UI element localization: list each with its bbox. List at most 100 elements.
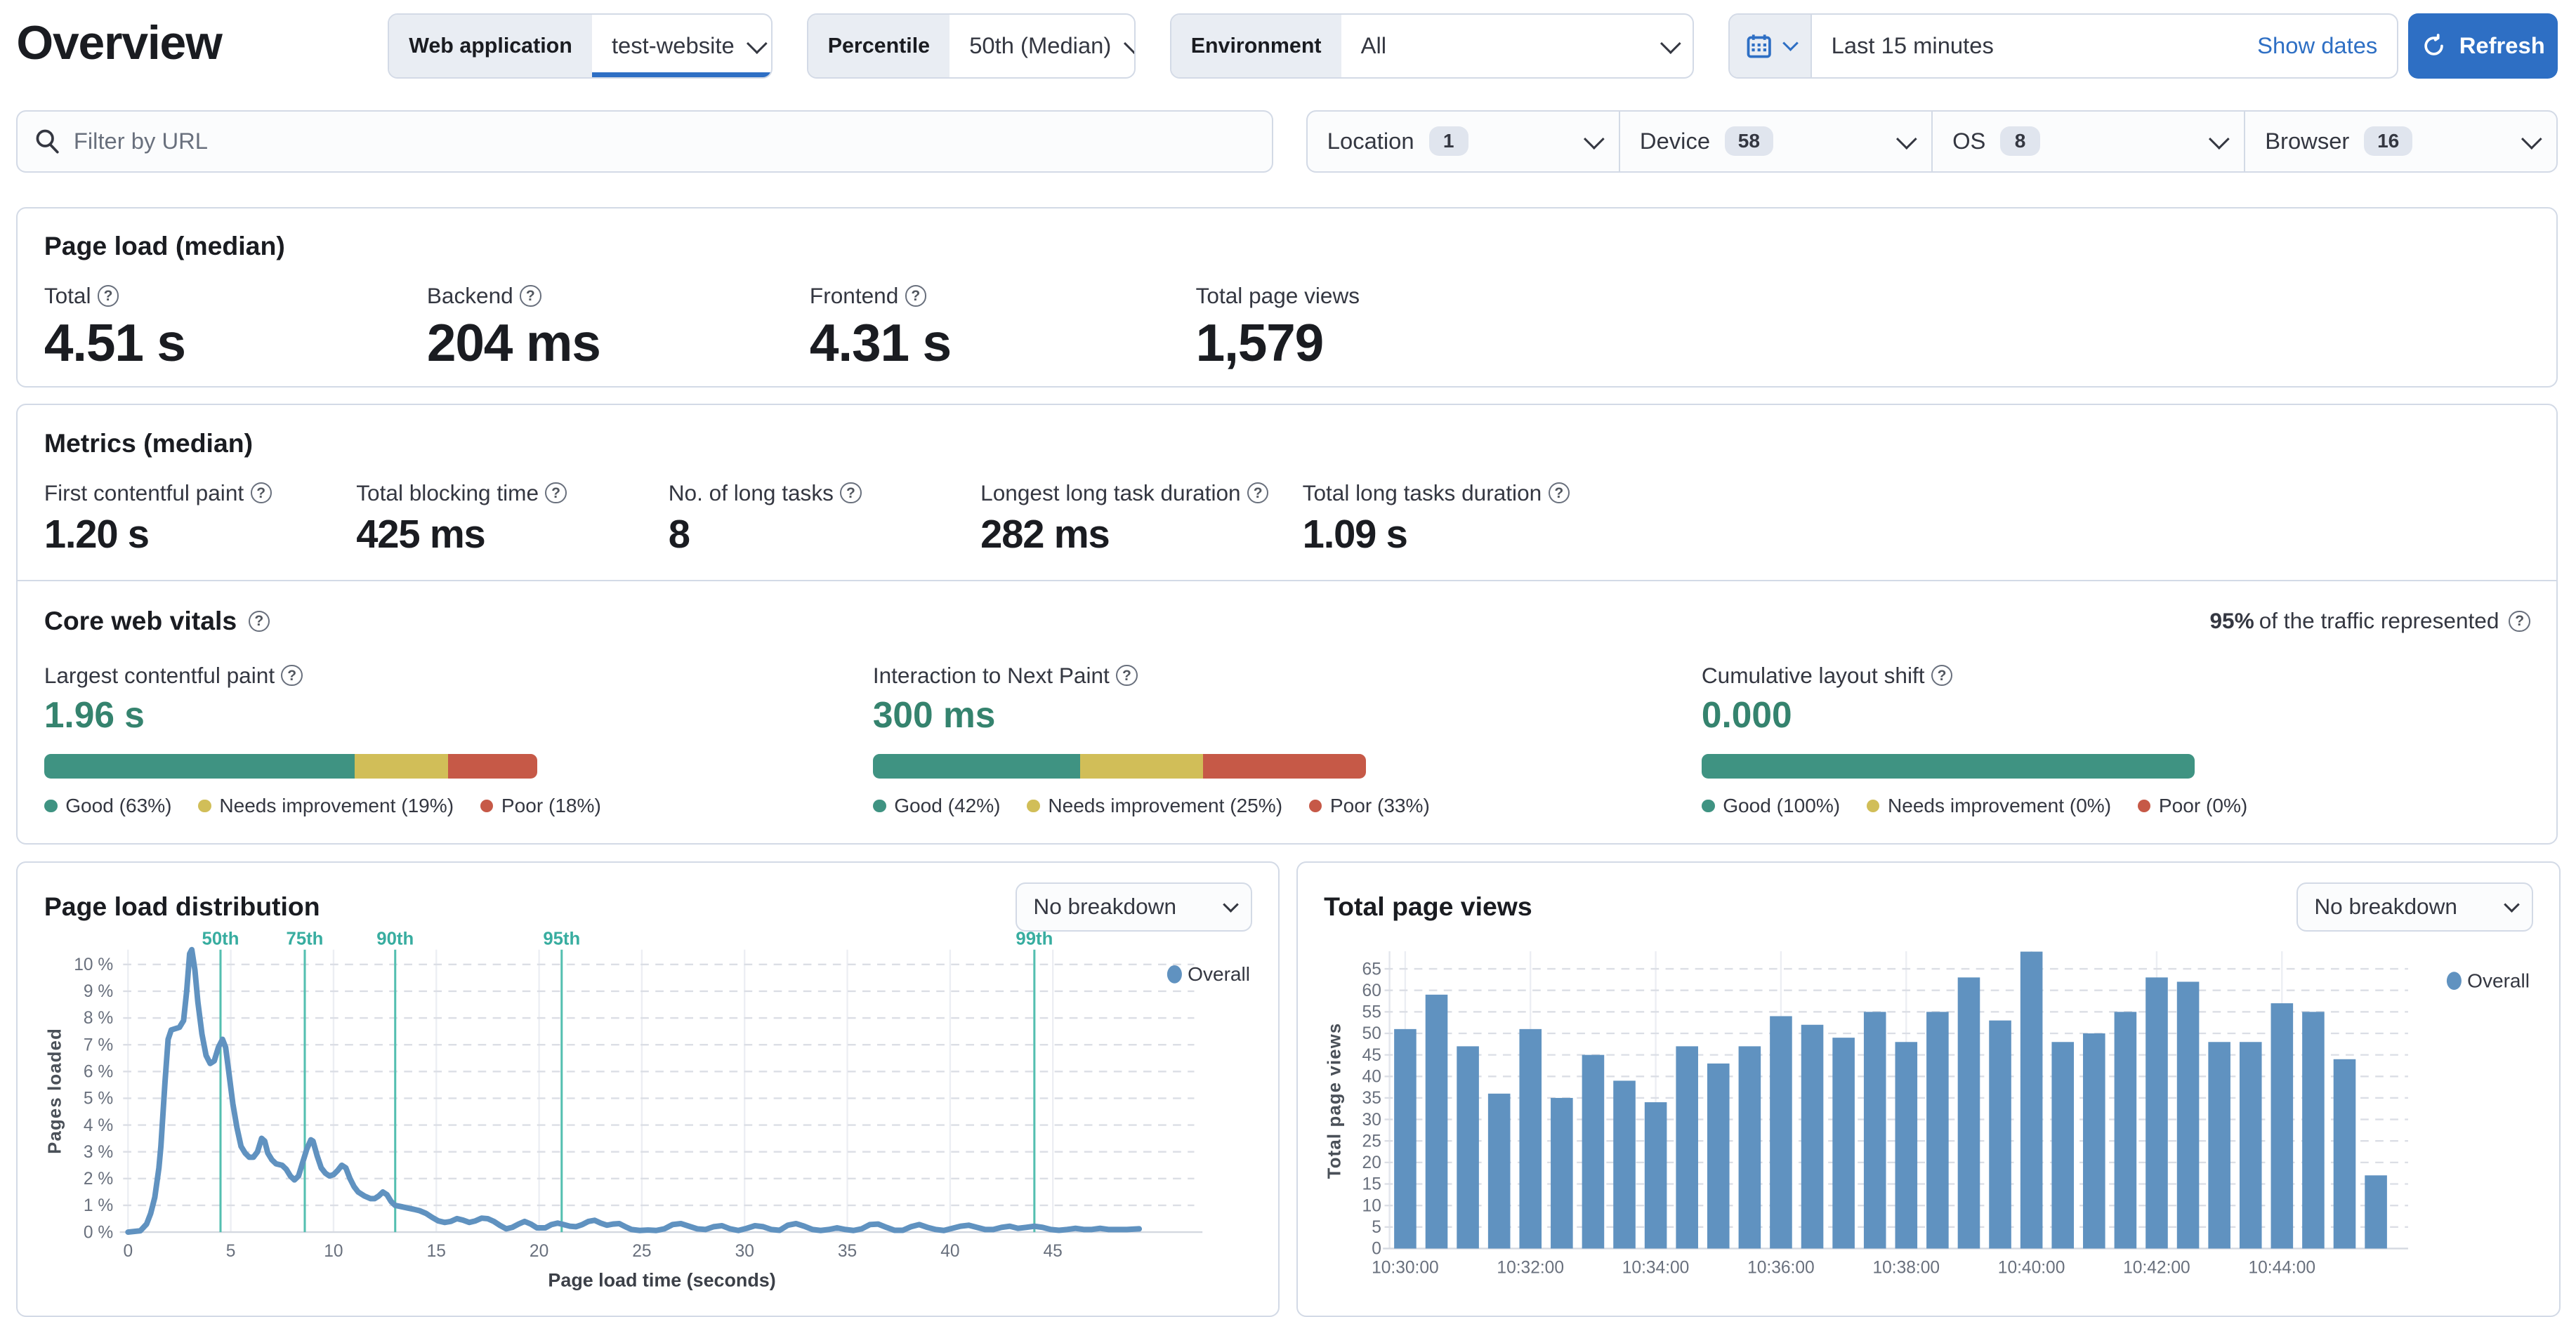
percentile-label: Percentile — [808, 14, 950, 78]
stat-long-tasks: No. of long tasks 8 — [669, 480, 980, 556]
poor-legend-dot — [1308, 799, 1322, 813]
device-filter[interactable]: Device 58 — [1618, 111, 1931, 171]
page-load-distribution-card: Page load distribution No breakdown 0 5 10… — [16, 861, 1280, 1317]
svg-text:8 %: 8 % — [84, 1009, 113, 1028]
svg-text:Total page views: Total page views — [1325, 1023, 1345, 1179]
device-count-badge: 58 — [1725, 126, 1773, 156]
svg-text:10: 10 — [324, 1242, 343, 1261]
url-filter-input[interactable] — [73, 128, 1256, 155]
svg-text:50th: 50th — [202, 932, 239, 949]
stat-fcp: First contentful paint 1.20 s — [44, 480, 356, 556]
stat-total: Total 4.51 s — [44, 283, 427, 371]
svg-text:7 %: 7 % — [84, 1035, 113, 1054]
total-page-views-card: Total page views No breakdown 0 5 10 15 20 25… — [1296, 861, 2561, 1317]
help-icon[interactable] — [2509, 610, 2530, 633]
help-icon[interactable] — [545, 482, 567, 504]
help-icon[interactable] — [905, 285, 927, 307]
svg-text:15: 15 — [1362, 1175, 1381, 1194]
help-icon[interactable] — [840, 482, 862, 504]
good-legend-dot — [872, 799, 886, 813]
svg-text:45: 45 — [1043, 1242, 1062, 1261]
vital-cls: Cumulative layout shift 0.000 Good (100%… — [1701, 663, 2530, 817]
help-icon[interactable] — [1116, 665, 1138, 687]
core-web-vitals-grid: Largest contentful paint 1.96 s Good (63… — [44, 663, 2530, 817]
page-views-breakdown-select[interactable]: No breakdown — [2296, 882, 2533, 932]
url-filter-box[interactable] — [16, 110, 1273, 173]
svg-text:40: 40 — [1362, 1068, 1381, 1087]
svg-text:10:34:00: 10:34:00 — [1622, 1259, 1690, 1278]
browser-filter[interactable]: Browser 16 — [2244, 111, 2556, 171]
svg-text:10:30:00: 10:30:00 — [1372, 1259, 1439, 1278]
svg-text:10:32:00: 10:32:00 — [1497, 1259, 1565, 1278]
poor-legend-dot — [480, 799, 494, 813]
search-icon — [36, 130, 59, 154]
help-icon[interactable] — [1931, 665, 1953, 687]
stat-backend: Backend 204 ms — [427, 283, 810, 371]
percentile-select[interactable]: Percentile 50th (Median) — [806, 13, 1136, 79]
section-divider — [18, 580, 2557, 581]
environment-value[interactable]: All — [1341, 15, 1693, 78]
stat-total-task-duration: Total long tasks duration 1.09 s — [1303, 480, 2530, 556]
good-legend-dot — [44, 799, 58, 813]
svg-text:30: 30 — [735, 1242, 754, 1261]
help-icon[interactable] — [281, 665, 303, 687]
svg-text:Overall: Overall — [1188, 963, 1250, 985]
svg-text:40: 40 — [940, 1242, 959, 1261]
location-filter[interactable]: Location 1 — [1308, 112, 1619, 171]
web-application-value[interactable]: test-website — [592, 15, 771, 78]
help-icon[interactable] — [250, 482, 272, 504]
chevron-down-icon — [1782, 35, 1799, 52]
filter-row: Location 1 Device 58 OS 8 Browser 16 — [0, 110, 2576, 173]
top-toolbar: Overview Web application test-website Pe… — [0, 0, 2576, 79]
svg-text:0: 0 — [123, 1242, 133, 1261]
svg-text:6 %: 6 % — [84, 1063, 113, 1082]
os-count-badge: 8 — [2000, 126, 2040, 156]
total-page-views-chart[interactable]: 0 5 10 15 20 25 30 35 40 45 50 55 60 65 10:30:00 10:32:… — [1324, 941, 2533, 1290]
chevron-down-icon — [1223, 896, 1240, 913]
vital-inp: Interaction to Next Paint 300 ms Good (4… — [872, 663, 1702, 817]
date-picker[interactable]: Last 15 minutes Show dates — [1728, 13, 2399, 79]
time-range-value[interactable]: Last 15 minutes — [1812, 32, 2258, 59]
core-web-vitals-header: Core web vitals 95% of the traffic repre… — [44, 606, 2530, 636]
svg-text:Pages loaded: Pages loaded — [45, 1028, 65, 1154]
stat-tbt: Total blocking time 425 ms — [356, 480, 668, 556]
chevron-down-icon — [2503, 896, 2521, 913]
environment-select[interactable]: Environment All — [1169, 13, 1694, 79]
chevron-down-icon — [1660, 33, 1682, 55]
refresh-button[interactable]: Refresh — [2408, 13, 2558, 79]
svg-text:10:40:00: 10:40:00 — [1998, 1259, 2065, 1278]
inp-distribution-bar — [872, 753, 1366, 779]
stat-frontend: Frontend 4.31 s — [810, 283, 1196, 371]
metrics-card: Metrics (median) First contentful paint … — [16, 404, 2558, 845]
date-quick-select-button[interactable] — [1729, 14, 1812, 78]
svg-text:0 %: 0 % — [84, 1223, 113, 1242]
svg-text:5: 5 — [1372, 1218, 1381, 1237]
os-filter[interactable]: OS 8 — [1931, 111, 2244, 171]
environment-label: Environment — [1171, 14, 1341, 78]
help-icon[interactable] — [97, 285, 119, 307]
needs-improvement-legend-dot — [197, 799, 211, 813]
toolbar-controls: Web application test-website Percentile … — [388, 13, 2558, 79]
chevron-down-icon — [747, 33, 768, 55]
stat-longest-task: Longest long task duration 282 ms — [980, 480, 1302, 556]
help-icon[interactable] — [1247, 482, 1269, 504]
page-load-distribution-chart[interactable]: 0 5 10 15 20 25 30 35 40 45 0 % 1 % 2 % 3 % 4 % 5 % 6 % 7… — [44, 929, 1251, 1293]
web-application-select[interactable]: Web application test-website — [388, 13, 773, 79]
help-icon[interactable] — [248, 610, 270, 633]
svg-text:10: 10 — [1362, 1196, 1381, 1215]
help-icon[interactable] — [1548, 482, 1570, 504]
help-icon[interactable] — [520, 285, 541, 307]
svg-text:55: 55 — [1362, 1003, 1381, 1022]
chevron-down-icon — [2521, 128, 2542, 150]
show-dates-button[interactable]: Show dates — [2257, 32, 2397, 59]
svg-text:30: 30 — [1362, 1111, 1381, 1130]
svg-text:3 %: 3 % — [84, 1143, 113, 1162]
svg-text:75th: 75th — [286, 932, 323, 949]
cls-distribution-bar — [1701, 753, 2195, 779]
web-application-label: Web application — [389, 14, 592, 78]
svg-text:25: 25 — [1362, 1132, 1381, 1151]
svg-text:5 %: 5 % — [84, 1090, 113, 1108]
percentile-value[interactable]: 50th (Median) — [949, 15, 1134, 78]
browser-count-badge: 16 — [2364, 126, 2412, 156]
distribution-breakdown-select[interactable]: No breakdown — [1016, 882, 1252, 932]
